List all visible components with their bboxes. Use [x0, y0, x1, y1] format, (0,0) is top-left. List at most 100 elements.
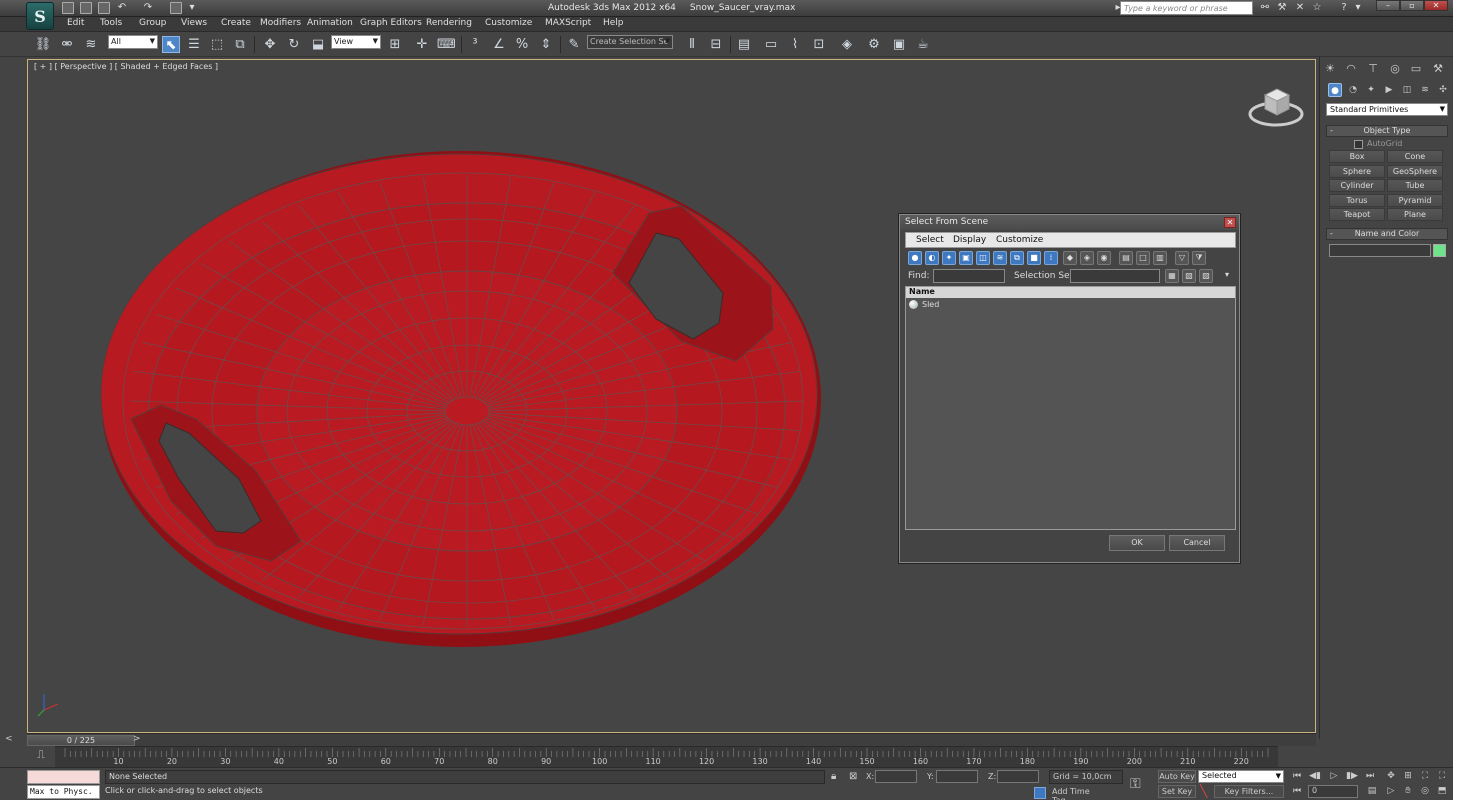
x-coordinate-field[interactable]: [875, 770, 917, 783]
project-folder-icon[interactable]: [170, 2, 182, 14]
layer-manager-icon[interactable]: ▤: [735, 36, 753, 53]
schematic-view-icon[interactable]: ⊡: [810, 36, 828, 53]
rendered-frame-window-icon[interactable]: ▣: [890, 36, 908, 53]
maximize-button[interactable]: ▫: [1400, 0, 1424, 11]
display-shapes-icon[interactable]: ◐: [925, 251, 939, 265]
menu-maxscript[interactable]: MAXScript: [545, 18, 591, 28]
render-setup-icon[interactable]: ⚙: [865, 36, 883, 53]
menu-views[interactable]: Views: [181, 18, 207, 28]
menu-rendering[interactable]: Rendering: [426, 18, 472, 28]
zoom-extents-all-icon[interactable]: ⛶: [1434, 770, 1450, 783]
next-frame-icon[interactable]: ▮▶: [1344, 770, 1360, 783]
material-editor-icon[interactable]: ◈: [838, 36, 856, 53]
select-by-name-icon[interactable]: ☰: [185, 36, 203, 53]
menu-help[interactable]: Help: [603, 18, 624, 28]
redo-icon[interactable]: ↷: [142, 2, 154, 14]
current-frame-field[interactable]: 0: [1308, 785, 1358, 798]
minimize-button[interactable]: –: [1376, 0, 1400, 11]
select-manipulate-icon[interactable]: ✛: [413, 36, 431, 53]
options-arrow-icon[interactable]: ▾: [1220, 269, 1234, 283]
helpers-category-icon[interactable]: ◫: [1400, 83, 1414, 97]
time-slider-thumb[interactable]: 0 / 225: [27, 735, 135, 746]
geosphere-button[interactable]: GeoSphere: [1387, 165, 1443, 178]
zoom-extents-icon[interactable]: ⛶: [1417, 770, 1433, 783]
rectangular-region-icon[interactable]: ⬚: [208, 36, 226, 53]
pyramid-button[interactable]: Pyramid: [1387, 194, 1443, 207]
app-logo[interactable]: S: [26, 2, 54, 30]
field-of-view-icon[interactable]: ▷: [1383, 785, 1399, 798]
percent-snap-icon[interactable]: %: [513, 36, 531, 53]
graphite-ribbon-icon[interactable]: ▭: [762, 36, 780, 53]
help-icon[interactable]: ?: [1338, 2, 1350, 14]
select-rotate-icon[interactable]: ↻: [285, 36, 303, 53]
dialog-close-button[interactable]: ✕: [1224, 217, 1236, 228]
object-category-dropdown[interactable]: Standard Primitives: [1326, 103, 1448, 116]
cameras-category-icon[interactable]: ▶: [1382, 83, 1396, 97]
create-selection-set-icon[interactable]: ▦: [1165, 269, 1179, 283]
comm-center-icon[interactable]: ⚒: [1276, 2, 1288, 14]
display-space-warps-icon[interactable]: ≋: [993, 251, 1007, 265]
teapot-button[interactable]: Teapot: [1329, 208, 1385, 221]
menu-animation[interactable]: Animation: [307, 18, 353, 28]
list-item[interactable]: Sled: [906, 299, 1235, 311]
spinner-snap-icon[interactable]: ⇕: [537, 36, 555, 53]
select-all-icon[interactable]: ▤: [1119, 251, 1133, 265]
systems-category-icon[interactable]: ✣: [1436, 83, 1450, 97]
keyboard-shortcut-override-icon[interactable]: ⌨: [437, 36, 456, 53]
display-xrefs-icon[interactable]: ■: [1027, 251, 1041, 265]
link-icon[interactable]: ⛓: [34, 36, 52, 53]
find-input[interactable]: [933, 269, 1005, 283]
dialog-menu-display[interactable]: Display: [953, 235, 986, 245]
maxscript-mini-listener[interactable]: Max to Physc.: [27, 785, 100, 799]
menu-edit[interactable]: Edit: [67, 18, 84, 28]
maximize-viewport-icon[interactable]: ⬒: [1434, 785, 1450, 798]
name-and-color-rollout[interactable]: - Name and Color: [1326, 228, 1448, 240]
motion-tab-icon[interactable]: ◎: [1387, 61, 1403, 77]
y-coordinate-field[interactable]: [936, 770, 978, 783]
plane-button[interactable]: Plane: [1387, 208, 1443, 221]
advanced-filter-icon[interactable]: ⧩: [1192, 251, 1206, 265]
curve-editor-icon[interactable]: ⌇: [786, 36, 804, 53]
display-lights-icon[interactable]: ✦: [942, 251, 956, 265]
pivot-center-icon[interactable]: ⊞: [386, 36, 404, 53]
new-file-icon[interactable]: [62, 2, 74, 14]
dialog-menu-customize[interactable]: Customize: [996, 235, 1043, 245]
utilities-tab-icon[interactable]: ⚒: [1430, 61, 1446, 77]
autogrid-checkbox[interactable]: [1354, 140, 1363, 149]
ok-button[interactable]: OK: [1109, 535, 1165, 551]
mirror-icon[interactable]: ⫴: [683, 36, 701, 53]
key-filters-button[interactable]: Key Filters...: [1214, 785, 1284, 798]
undo-icon[interactable]: ↶: [116, 2, 128, 14]
pan-view-icon[interactable]: ✋︎: [1400, 785, 1416, 798]
time-configuration-icon[interactable]: ▤: [1364, 785, 1380, 798]
play-icon[interactable]: ▷: [1326, 770, 1342, 783]
window-crossing-icon[interactable]: ⧉: [231, 36, 249, 53]
object-name-field[interactable]: [1329, 244, 1431, 257]
add-to-selection-set-icon[interactable]: ▧: [1182, 269, 1196, 283]
select-object-icon[interactable]: ⬉: [162, 36, 180, 53]
previous-frame-icon[interactable]: ◀▮: [1307, 770, 1323, 783]
name-column-header[interactable]: Name: [906, 287, 1235, 298]
track-bar[interactable]: 10 20 30 40 50 60 70 80 90 100 110 120 130 140 150 160 1…: [55, 746, 1278, 767]
display-cameras-icon[interactable]: ▣: [959, 251, 973, 265]
reference-coordinate-dropdown[interactable]: View: [331, 35, 381, 49]
remove-from-selection-set-icon[interactable]: ▨: [1199, 269, 1213, 283]
display-groups-icon[interactable]: ⧉: [1010, 251, 1024, 265]
display-bones-icon[interactable]: ⁞: [1044, 251, 1058, 265]
cone-button[interactable]: Cone: [1387, 150, 1443, 163]
go-to-start-icon[interactable]: ⏮: [1289, 770, 1305, 783]
menu-customize[interactable]: Customize: [485, 18, 532, 28]
torus-button[interactable]: Torus: [1329, 194, 1385, 207]
select-scale-icon[interactable]: ⬓: [309, 36, 327, 53]
named-selection-set-dropdown[interactable]: Create Selection Se: [587, 35, 673, 49]
orbit-icon[interactable]: ◎: [1417, 785, 1433, 798]
open-file-icon[interactable]: [80, 2, 92, 14]
lights-category-icon[interactable]: ✦: [1364, 83, 1378, 97]
select-invert-icon[interactable]: ▥: [1153, 251, 1167, 265]
next-frame-arrow-icon[interactable]: >: [133, 734, 141, 744]
hierarchy-tab-icon[interactable]: ⊤: [1365, 61, 1381, 77]
align-icon[interactable]: ⊟: [707, 36, 725, 53]
edit-named-selection-icon[interactable]: ✎: [565, 36, 583, 53]
sphere-button[interactable]: Sphere: [1329, 165, 1385, 178]
menu-create[interactable]: Create: [221, 18, 251, 28]
